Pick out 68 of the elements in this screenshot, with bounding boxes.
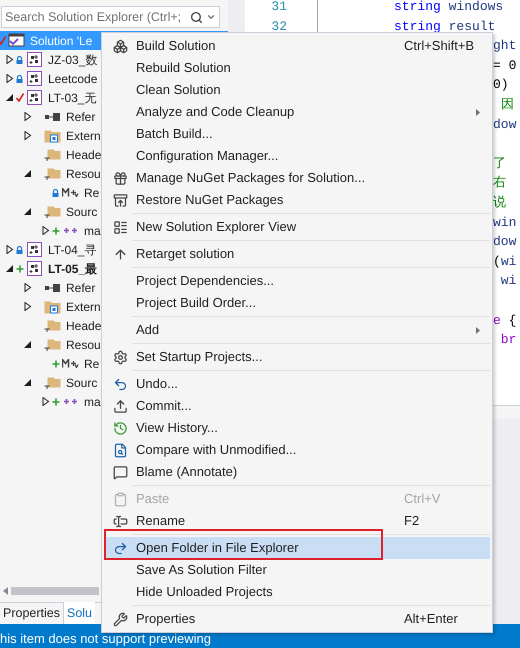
code-line: 说: [493, 194, 506, 212]
menu-item-label: Save As Solution Filter: [136, 561, 268, 580]
menu-item-label: Properties: [136, 610, 196, 628]
menu-item-label: Batch Build...: [136, 125, 214, 144]
shortcut-text: Ctrl+V: [404, 491, 440, 506]
menu-item-label: Clean Solution: [136, 81, 222, 100]
menu-item-label: New Solution Explorer View: [136, 218, 298, 236]
tree-item-label: Extern: [66, 128, 101, 144]
tree-item-label: Re: [84, 356, 100, 372]
code-line: 因: [500, 96, 514, 114]
tree-item-label: Refer: [66, 108, 96, 126]
code-line: e {: [493, 312, 516, 330]
menu-item-label: Rebuild Solution: [136, 59, 232, 78]
code-line: win: [493, 214, 516, 232]
code-line: 右: [493, 174, 506, 192]
shortcut-text: F2: [404, 513, 420, 528]
menu-item-label: Analyze and Code Cleanup: [136, 103, 296, 122]
menu-item-label: Undo...: [136, 375, 179, 394]
menu-item-label: Rename: [136, 512, 186, 530]
code-line: br: [500, 331, 516, 350]
tree-item-label: Refer: [66, 280, 96, 296]
menu-item-label: View History...: [136, 419, 219, 438]
tree-item-label: Heade: [66, 146, 102, 164]
tree-item-label: LT-04_寻: [48, 242, 96, 258]
menu-item-label: Compare with Unmodified...: [136, 441, 298, 460]
menu-item-label: Blame (Annotate): [136, 463, 238, 482]
tree-item-label: Re: [84, 184, 100, 202]
tree-item-label: Resou: [66, 166, 101, 182]
tree-item-label: ma: [84, 222, 101, 240]
menu-item-label: Restore NuGet Packages: [136, 191, 284, 210]
status-text: his item does not support previewing: [0, 630, 212, 648]
menu-item-label: Manage NuGet Packages for Solution...: [136, 169, 366, 188]
tree-item-label: JZ-03_数: [48, 52, 98, 68]
menu-item-label: Build Solution: [136, 37, 216, 56]
code-line: ght: [493, 37, 516, 56]
code-line: string result: [394, 18, 496, 36]
menu-item-label: Configuration Manager...: [136, 147, 280, 166]
tree-item-label: Sourc: [66, 204, 98, 220]
tree-item-label: Solution 'Le: [30, 32, 92, 50]
tree-item-label: Sourc: [66, 374, 98, 392]
shortcut-text: Alt+Enter: [404, 611, 458, 626]
tree-item-label: LT-05_最: [48, 260, 98, 278]
menu-item-label: Retarget solution: [136, 245, 236, 264]
code-line: = 0: [493, 56, 516, 75]
menu-item-label: Add: [136, 321, 160, 340]
code-line: wi: [500, 272, 516, 290]
menu-item-label: Project Dependencies...: [136, 272, 276, 290]
code-line: 0): [493, 76, 509, 94]
line-number: 32: [271, 18, 287, 36]
code-line: dow: [493, 116, 516, 134]
code-line: string windows: [394, 0, 504, 16]
tree-item-label: Extern: [66, 298, 101, 316]
menu-item-label: Set Startup Projects...: [136, 348, 264, 366]
menu-item-label: Paste: [136, 490, 170, 508]
menu-item-label: Commit...: [136, 397, 193, 416]
tree-item-label: Heade: [66, 318, 102, 334]
tree-item-label: ma: [84, 394, 101, 410]
line-number: 31: [271, 0, 287, 16]
menu-item-label: Hide Unloaded Projects: [136, 583, 274, 602]
menu-item-label: Open Folder in File Explorer: [136, 539, 300, 558]
shortcut-text: Ctrl+Shift+B: [404, 38, 474, 54]
tree-item-label: LT-03_无: [48, 90, 96, 106]
code-line: 了: [493, 154, 506, 173]
tree-item-label: Leetcode: [48, 70, 98, 88]
menu-item-label: Project Build Order...: [136, 294, 257, 312]
tree-item-label: Resou: [66, 336, 101, 354]
code-line: (wi: [493, 252, 516, 271]
code-line: dow: [493, 233, 516, 252]
